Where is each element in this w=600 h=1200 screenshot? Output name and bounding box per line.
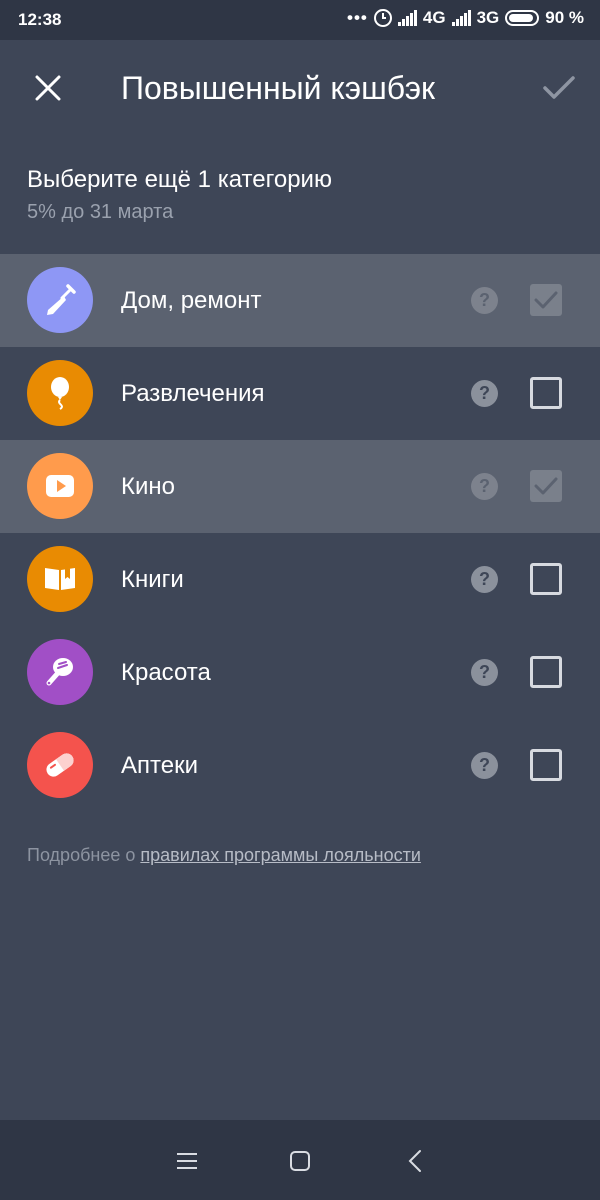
category-avatar — [27, 546, 93, 612]
pill-icon — [46, 753, 74, 777]
help-icon[interactable]: ? — [471, 287, 498, 314]
category-avatar — [27, 639, 93, 705]
help-icon[interactable]: ? — [471, 473, 498, 500]
category-list: Дом, ремонт ? Развлечения ? Кино ? Книги… — [0, 254, 600, 812]
menu-button[interactable] — [172, 1146, 202, 1176]
home-button[interactable] — [285, 1146, 315, 1176]
page-title: Повышенный кэшбэк — [121, 70, 436, 106]
selection-subheading: 5% до 31 марта — [27, 201, 174, 223]
selection-heading: Выберите ещё 1 категорию — [27, 166, 332, 193]
check-icon — [543, 76, 575, 99]
status-indicators: ••• 4G 3G 90 % — [347, 8, 584, 28]
signal-icon — [397, 10, 417, 26]
confirm-button[interactable] — [536, 68, 582, 108]
play-icon — [46, 475, 74, 497]
system-nav-bar — [0, 1120, 600, 1200]
category-label: Развлечения — [121, 380, 265, 407]
app-bar: Повышенный кэшбэк — [0, 40, 600, 136]
signal-icon — [451, 10, 471, 26]
category-checkbox[interactable] — [530, 470, 562, 502]
category-label: Красота — [121, 659, 211, 686]
category-label: Аптеки — [121, 752, 198, 779]
back-button[interactable] — [400, 1146, 430, 1176]
alarm-icon — [373, 9, 392, 27]
close-icon — [35, 75, 61, 101]
close-button[interactable] — [28, 68, 68, 108]
trowel-icon — [47, 284, 76, 315]
more-notifications-icon: ••• — [347, 8, 368, 27]
category-checkbox[interactable] — [530, 656, 562, 688]
help-icon[interactable]: ? — [471, 566, 498, 593]
menu-icon — [177, 1153, 197, 1169]
category-checkbox[interactable] — [530, 377, 562, 409]
category-label: Кино — [121, 473, 175, 500]
loyalty-rules-note: Подробнее о правилах программы лояльност… — [27, 845, 421, 866]
category-checkbox[interactable] — [530, 749, 562, 781]
category-row-home-repair[interactable]: Дом, ремонт ? — [0, 254, 600, 347]
category-checkbox[interactable] — [530, 284, 562, 316]
category-avatar — [27, 453, 93, 519]
loyalty-rules-link[interactable]: правилах программы лояльности — [140, 845, 421, 865]
status-time: 12:38 — [18, 10, 62, 29]
category-label: Дом, ремонт — [121, 287, 262, 314]
category-row-entertainment[interactable]: Развлечения ? — [0, 347, 600, 440]
category-row-cinema[interactable]: Кино ? — [0, 440, 600, 533]
loyalty-rules-prefix: Подробнее о — [27, 845, 141, 865]
book-icon — [45, 568, 75, 590]
home-icon — [290, 1151, 310, 1171]
back-icon — [408, 1150, 421, 1172]
category-row-books[interactable]: Книги ? — [0, 533, 600, 626]
network-type-2: 3G — [476, 8, 500, 27]
battery-level: 90 % — [545, 8, 584, 27]
balloon-icon — [51, 377, 69, 410]
status-bar: 12:38 ••• 4G 3G 90 % — [0, 0, 600, 40]
category-avatar — [27, 360, 93, 426]
check-icon — [534, 291, 558, 309]
category-label: Книги — [121, 566, 184, 593]
mirror-icon — [46, 658, 73, 686]
category-avatar — [27, 267, 93, 333]
help-icon[interactable]: ? — [471, 752, 498, 779]
network-type-1: 4G — [422, 8, 446, 27]
check-icon — [534, 477, 558, 495]
category-row-beauty[interactable]: Красота ? — [0, 626, 600, 719]
help-icon[interactable]: ? — [471, 380, 498, 407]
category-row-pharmacy[interactable]: Аптеки ? — [0, 719, 600, 812]
category-avatar — [27, 732, 93, 798]
category-checkbox[interactable] — [530, 563, 562, 595]
help-icon[interactable]: ? — [471, 659, 498, 686]
battery-icon — [505, 10, 540, 26]
